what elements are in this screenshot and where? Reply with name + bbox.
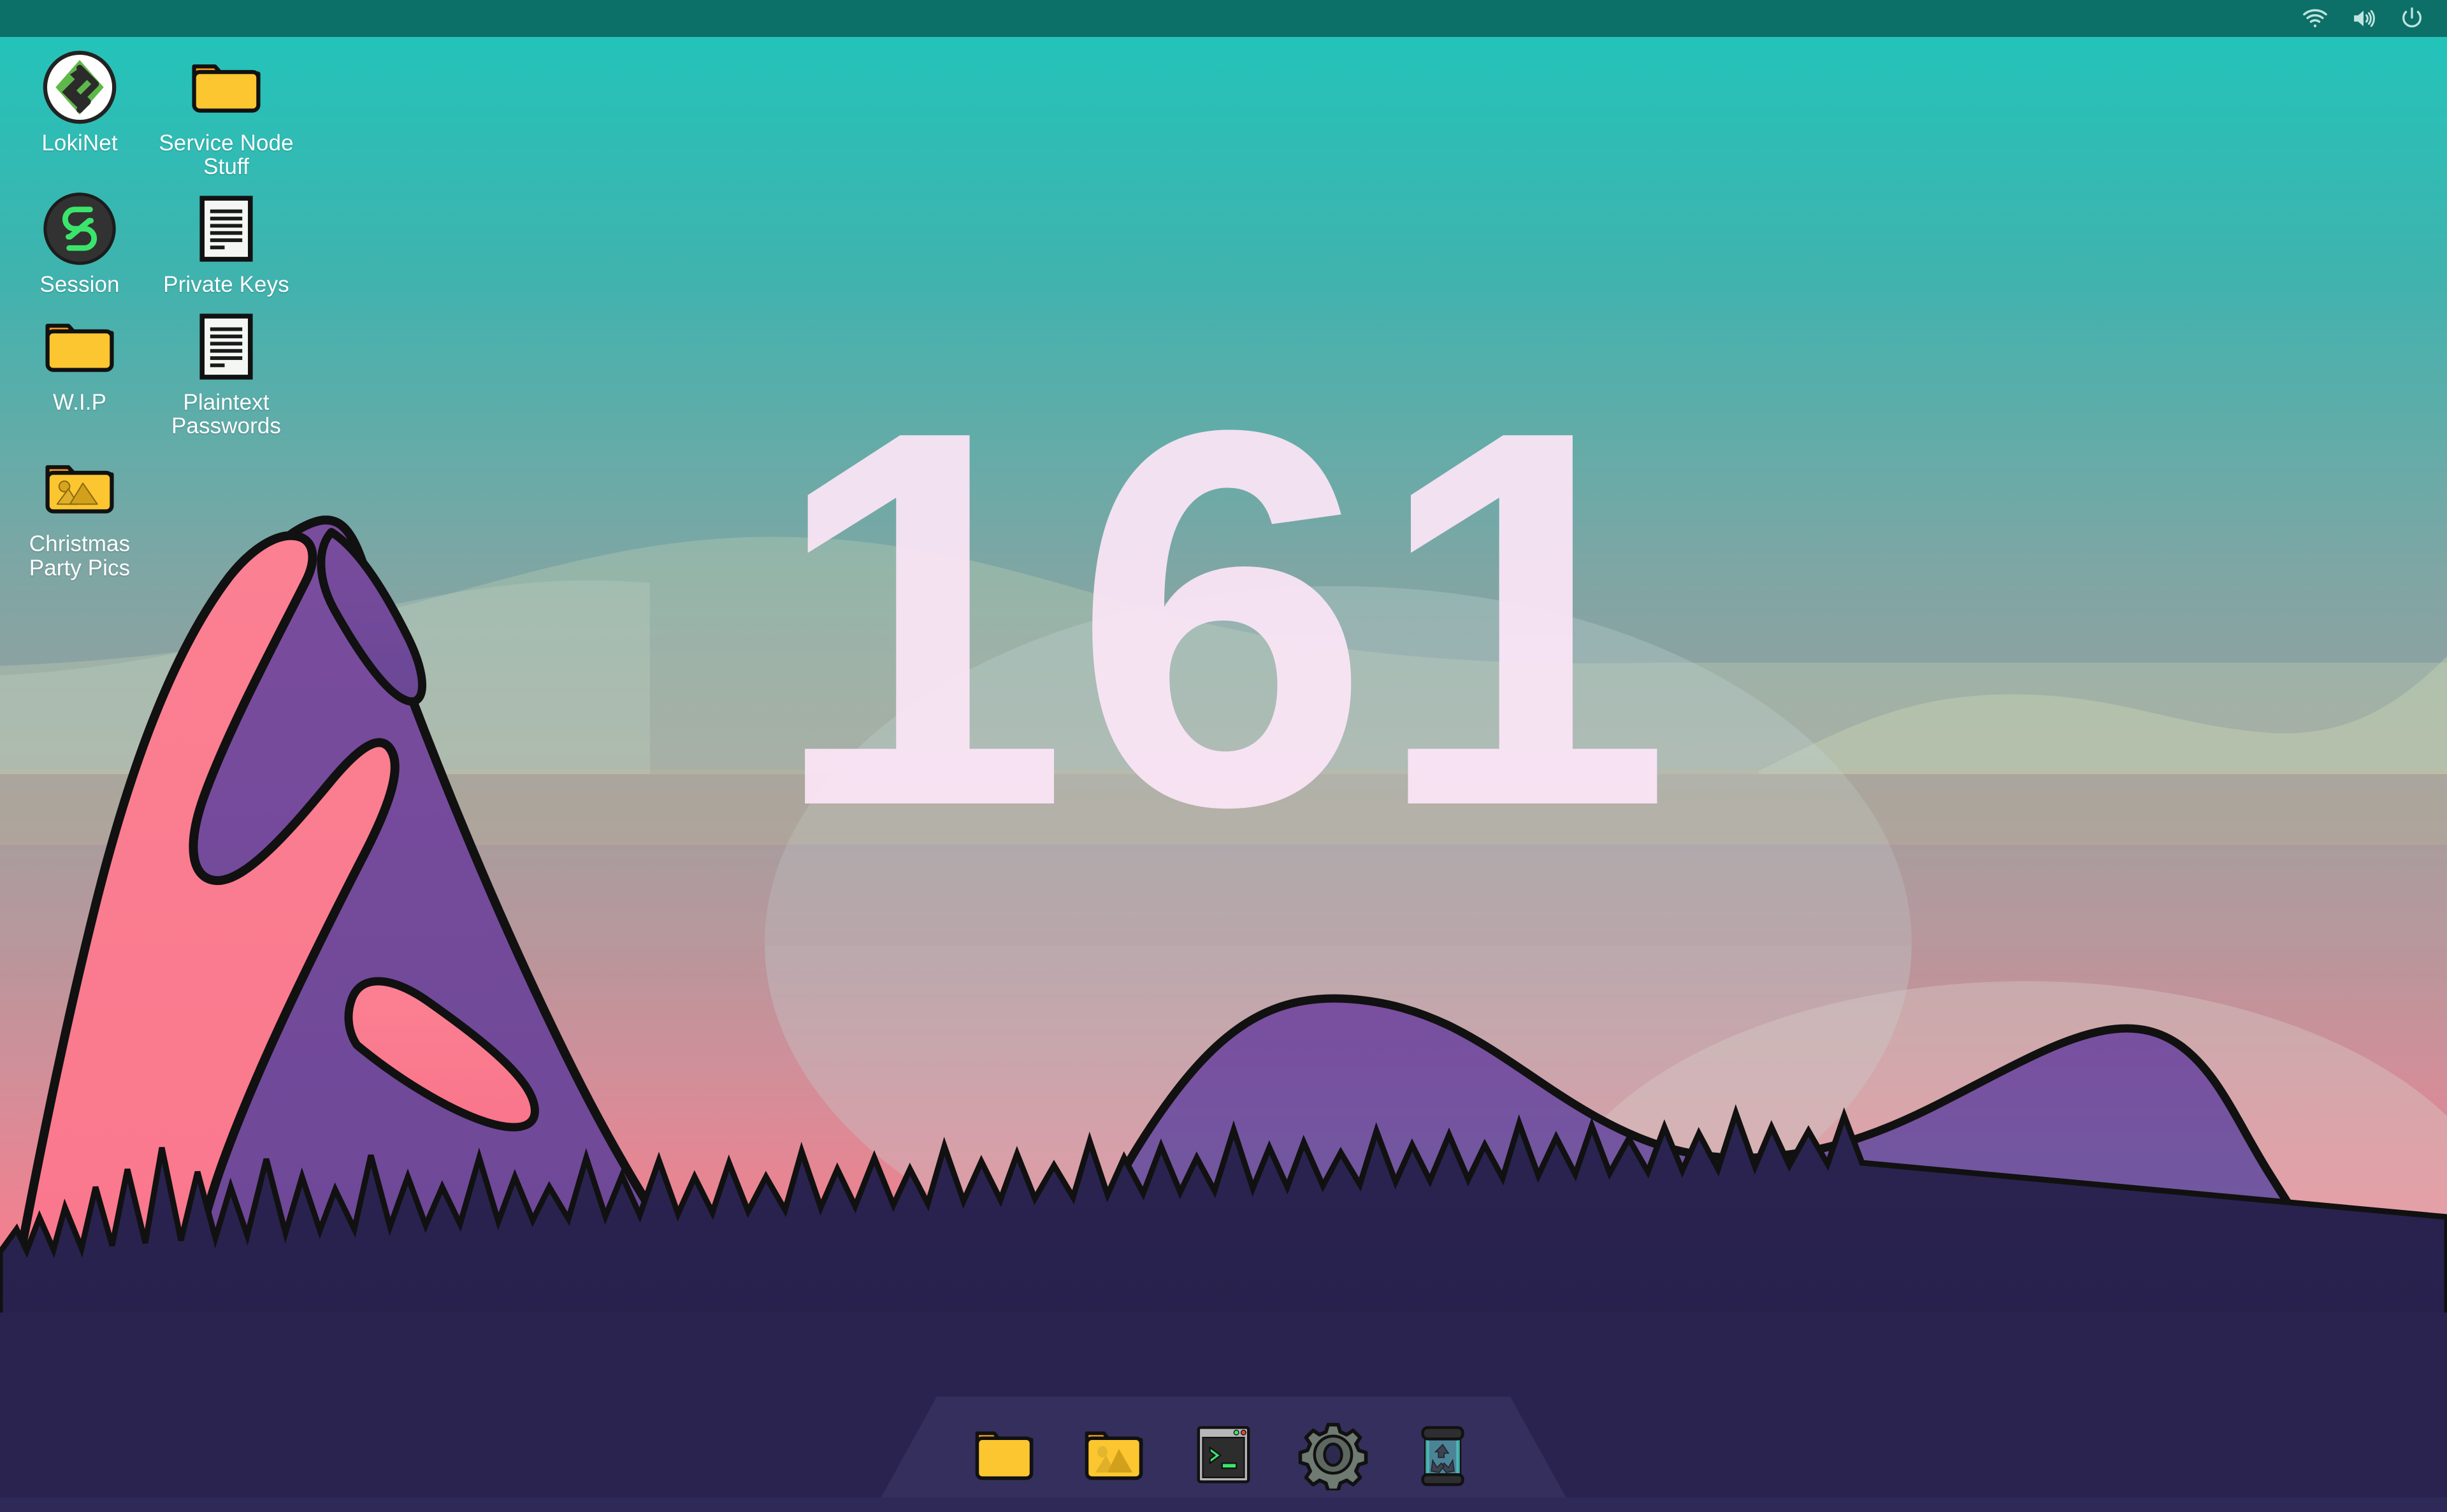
folder-icon xyxy=(975,1431,1034,1480)
wifi-icon[interactable] xyxy=(2302,5,2328,32)
top-panel xyxy=(0,0,2447,37)
volume-icon[interactable] xyxy=(2350,5,2377,32)
document-icon xyxy=(186,306,266,387)
desktop-icon-label: W.I.P xyxy=(52,390,107,415)
desktop-icon-label: Session xyxy=(40,272,120,298)
desktop-icon-grid: LokiNet Service Node Stuff Session Priva… xyxy=(6,43,300,586)
dock-item-pictures[interactable] xyxy=(1078,1419,1150,1490)
document-icon xyxy=(186,189,266,269)
desktop-icon-label: Plaintext Passwords xyxy=(171,390,282,439)
desktop-icon-label: Private Keys xyxy=(163,272,289,298)
dock-item-files[interactable] xyxy=(969,1419,1040,1490)
dock-item-trash[interactable] xyxy=(1407,1419,1478,1490)
gear-icon xyxy=(1298,1423,1368,1490)
desktop: 161 LokiNet Service Node Stuff Session P… xyxy=(0,0,2447,1512)
power-icon[interactable] xyxy=(2399,5,2425,32)
desktop-icon-service-node-stuff[interactable]: Service Node Stuff xyxy=(153,43,300,185)
desktop-icon-christmas-party-pics[interactable]: Christmas Party Pics xyxy=(6,444,153,586)
dock-item-terminal[interactable] xyxy=(1188,1419,1259,1490)
terminal-icon xyxy=(1197,1426,1250,1483)
pictures-folder-icon xyxy=(40,448,120,528)
dock xyxy=(969,1419,1478,1490)
folder-icon xyxy=(186,47,266,127)
desktop-icon-label: Service Node Stuff xyxy=(159,131,294,180)
wallpaper xyxy=(0,0,2447,1512)
desktop-icon-private-keys[interactable]: Private Keys xyxy=(153,185,300,303)
desktop-icon-plaintext-passwords[interactable]: Plaintext Passwords xyxy=(153,303,300,444)
pictures-folder-icon xyxy=(1085,1431,1143,1480)
session-app-icon xyxy=(40,189,120,269)
desktop-icon-session[interactable]: Session xyxy=(6,185,153,303)
desktop-icon-lokinet[interactable]: LokiNet xyxy=(6,43,153,185)
desktop-icon-label: Christmas Party Pics xyxy=(29,531,131,580)
trash-recycle-icon xyxy=(1421,1426,1464,1487)
desktop-icon-wip[interactable]: W.I.P xyxy=(6,303,153,444)
desktop-icon-label: LokiNet xyxy=(41,131,118,155)
dock-item-settings[interactable] xyxy=(1297,1419,1369,1490)
lokinet-app-icon xyxy=(40,47,120,127)
folder-icon xyxy=(40,306,120,387)
